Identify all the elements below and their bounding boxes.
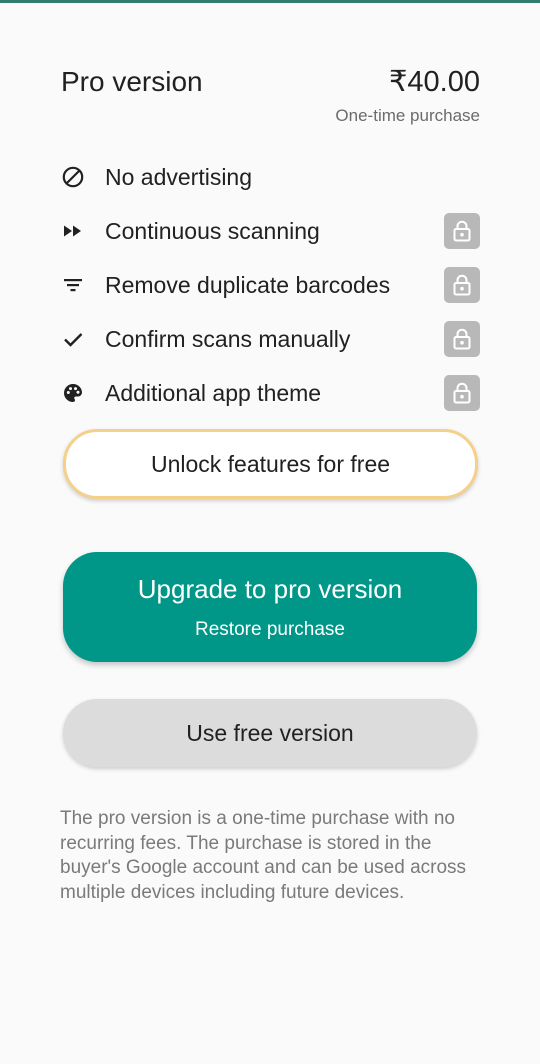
feature-no-advertising: No advertising — [60, 150, 480, 204]
feature-label: Continuous scanning — [105, 217, 320, 244]
feature-label: Additional app theme — [105, 379, 322, 406]
feature-continuous-scanning: Continuous scanning — [60, 204, 480, 258]
feature-remove-duplicates: Remove duplicate barcodes — [60, 258, 480, 312]
block-icon — [60, 164, 86, 190]
unlock-features-button[interactable]: Unlock features for free — [63, 429, 478, 499]
feature-label: Remove duplicate barcodes — [105, 271, 391, 298]
feature-label: No advertising — [105, 163, 253, 190]
fast-forward-icon — [60, 218, 86, 244]
feature-label: Confirm scans manually — [105, 325, 351, 352]
check-icon — [60, 326, 86, 352]
restore-purchase-link[interactable]: Restore purchase — [63, 619, 477, 641]
price-note: One-time purchase — [335, 106, 480, 125]
lock-icon[interactable] — [444, 321, 480, 357]
feature-app-theme: Additional app theme — [60, 366, 480, 420]
feature-confirm-scans: Confirm scans manually — [60, 312, 480, 366]
purchase-note: The pro version is a one-time purchase w… — [60, 808, 467, 903]
upgrade-button[interactable]: Upgrade to pro version Restore purchase — [63, 552, 477, 662]
price-label: ₹40.00 — [388, 66, 480, 98]
lock-icon[interactable] — [444, 375, 480, 411]
upgrade-label: Upgrade to pro version — [137, 574, 403, 604]
filter-icon — [60, 272, 86, 298]
feature-list: No advertising Continuous scanning Remov… — [60, 150, 480, 420]
lock-icon[interactable] — [444, 267, 480, 303]
use-free-version-button[interactable]: Use free version — [63, 699, 477, 767]
lock-icon[interactable] — [444, 213, 480, 249]
page-title: Pro version — [61, 66, 203, 97]
top-divider — [0, 0, 540, 3]
pro-header: Pro version ₹40.00 One-time purchase — [61, 64, 480, 134]
palette-icon — [60, 380, 86, 406]
